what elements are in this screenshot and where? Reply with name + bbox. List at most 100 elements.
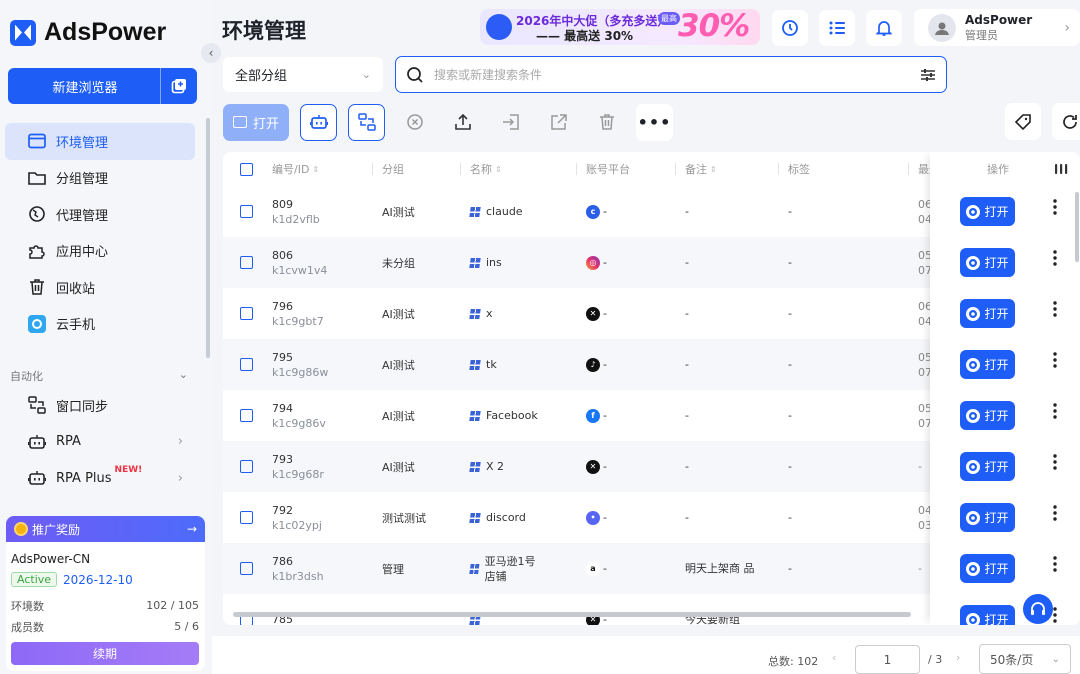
row-open-button[interactable]: 打开	[960, 452, 1015, 481]
tag-filter-button[interactable]	[1005, 103, 1041, 140]
support-chat-button[interactable]	[1023, 594, 1053, 624]
more-vertical-icon[interactable]	[1053, 352, 1057, 373]
row-open-button[interactable]: 打开	[960, 401, 1015, 430]
sidebar-item-0[interactable]: 环境管理	[5, 123, 195, 160]
logo-text: AdsPower	[44, 18, 167, 46]
sidebar-item-5[interactable]: 云手机	[5, 306, 195, 343]
more-vertical-icon[interactable]	[1053, 607, 1057, 625]
notifications-button[interactable]	[866, 10, 902, 46]
sidebar-item-4[interactable]: 回收站	[5, 269, 195, 306]
automation-section-header[interactable]: 自动化 ⌄	[10, 368, 188, 384]
sidebar-item-label: 分组管理	[56, 172, 109, 188]
puzzle-icon	[27, 241, 47, 261]
renew-button[interactable]: 续期	[11, 642, 199, 665]
row-checkbox[interactable]	[240, 409, 253, 422]
row-checkbox[interactable]	[240, 562, 253, 575]
new-browser-button[interactable]: 新建浏览器	[8, 68, 197, 104]
row-open-button[interactable]: 打开	[960, 248, 1015, 277]
org-name: AdsPower-CN	[11, 552, 91, 566]
prev-page-icon[interactable]: ‹	[832, 651, 836, 664]
close-browsers-button[interactable]	[396, 104, 433, 141]
more-vertical-icon[interactable]	[1053, 199, 1057, 220]
upload-button[interactable]	[444, 104, 481, 141]
group-select-value: 全部分组	[235, 69, 288, 84]
row-open-button[interactable]: 打开	[960, 605, 1015, 625]
promo-banner[interactable]: 2026年中大促（多充多送） —— 最高送 30% 最高 30%	[480, 9, 760, 45]
sidebar-item-1[interactable]: 分组管理	[5, 160, 195, 197]
row-group: 未分组	[382, 256, 415, 270]
automation-item-0[interactable]: 窗口同步	[5, 387, 195, 424]
more-vertical-icon[interactable]	[1053, 556, 1057, 577]
task-list-button[interactable]	[819, 10, 855, 46]
row-open-button[interactable]: 打开	[960, 197, 1015, 226]
page-size-select[interactable]: 50条/页 ⌄	[979, 644, 1071, 674]
row-open-button[interactable]: 打开	[960, 554, 1015, 583]
column-id[interactable]: 编号/ID ⇕	[272, 152, 319, 186]
status-badge: Active	[11, 572, 58, 587]
user-menu[interactable]: AdsPower 管理员 ›	[914, 9, 1080, 46]
vertical-scrollbar[interactable]	[1075, 192, 1079, 262]
export-button[interactable]	[540, 104, 577, 141]
row-remark: 明天上架商 品	[685, 562, 755, 575]
rpa-button[interactable]	[300, 103, 337, 141]
facebook-icon: f	[586, 408, 600, 423]
sidebar-item-2[interactable]: 代理管理	[5, 196, 195, 233]
trash-icon	[27, 277, 47, 297]
group-select[interactable]: 全部分组 ⌄	[223, 57, 383, 92]
promo-header[interactable]: 推广奖励 →	[6, 516, 205, 542]
row-open-button[interactable]: 打开	[960, 350, 1015, 379]
row-checkbox[interactable]	[240, 307, 253, 320]
folder-icon	[27, 168, 47, 188]
more-vertical-icon[interactable]	[1053, 403, 1057, 424]
sidebar-item-3[interactable]: 应用中心	[5, 233, 195, 270]
more-vertical-icon[interactable]	[1053, 250, 1057, 271]
update-button[interactable]	[772, 10, 808, 46]
page-input[interactable]: 1	[855, 645, 920, 674]
window-sync-button[interactable]	[348, 103, 385, 141]
refresh-button[interactable]	[1052, 103, 1080, 140]
row-group: 管理	[382, 562, 404, 576]
more-vertical-icon[interactable]	[1053, 454, 1057, 475]
row-name: tk	[486, 358, 497, 371]
platform-suffix: -	[603, 256, 607, 269]
row-uid: k1cvw1v4	[272, 263, 328, 277]
filter-sliders-icon[interactable]	[920, 68, 936, 82]
chevron-left-icon: ‹	[208, 46, 214, 60]
batch-open-button[interactable]: 打开	[223, 103, 289, 141]
row-open-button[interactable]: 打开	[960, 299, 1015, 328]
horizontal-scrollbar[interactable]	[233, 612, 911, 617]
chevron-right-icon: ›	[1064, 19, 1070, 36]
window-icon	[232, 116, 247, 128]
column-remark[interactable]: 备注 ⇕	[675, 152, 717, 186]
new-badge: NEW!	[114, 465, 143, 476]
import-browser-icon[interactable]	[161, 78, 197, 94]
row-checkbox[interactable]	[240, 358, 253, 371]
select-all-checkbox[interactable]	[240, 162, 253, 176]
more-vertical-icon[interactable]	[1053, 505, 1057, 526]
column-name[interactable]: 名称 ⇕	[460, 152, 502, 186]
row-uid: k1c9g86v	[272, 416, 326, 430]
sidebar-scrollbar[interactable]	[206, 118, 210, 358]
platform-suffix: -	[603, 205, 607, 218]
more-vertical-icon[interactable]	[1053, 301, 1057, 322]
move-group-button[interactable]	[492, 104, 529, 141]
sort-icon: ⇕	[495, 164, 502, 174]
row-open-button[interactable]: 打开	[960, 503, 1015, 532]
row-checkbox[interactable]	[240, 205, 253, 218]
row-checkbox[interactable]	[240, 256, 253, 269]
automation-item-1[interactable]: RPA ›	[5, 424, 195, 461]
row-checkbox[interactable]	[240, 460, 253, 473]
row-name: 亚马逊1号 店铺	[484, 554, 536, 583]
trash-icon	[599, 114, 614, 130]
more-actions-button[interactable]: •••	[636, 103, 673, 141]
delete-button[interactable]	[588, 104, 625, 141]
user-name: AdsPower	[965, 12, 1033, 27]
collapse-sidebar-button[interactable]: ‹	[201, 43, 221, 63]
row-checkbox[interactable]	[240, 511, 253, 524]
adspower-logo[interactable]: AdsPower	[10, 18, 166, 47]
next-page-icon[interactable]: ›	[956, 651, 960, 664]
search-input[interactable]: 搜索或新建搜索条件	[395, 56, 947, 93]
automation-item-2[interactable]: RPA Plus NEW! ›	[5, 460, 195, 497]
column-settings-icon[interactable]	[1054, 152, 1068, 186]
page-count: / 3	[928, 653, 943, 666]
